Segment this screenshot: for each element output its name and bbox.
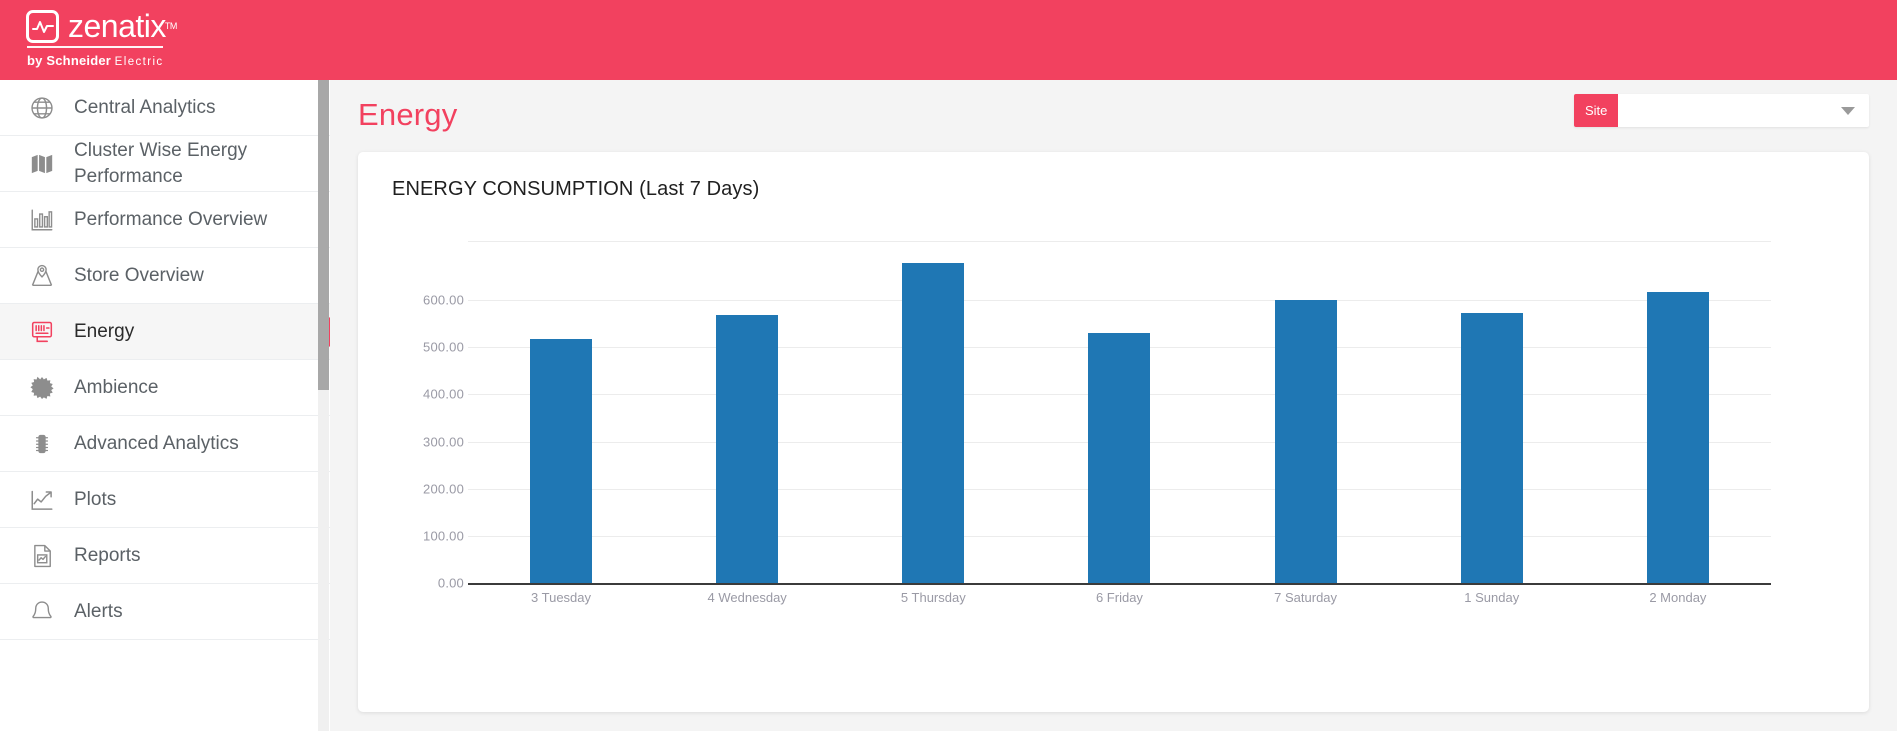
chart-bar[interactable] (1274, 300, 1337, 583)
y-axis-tick-label: 400.00 (423, 386, 464, 402)
brand-divider (27, 46, 163, 48)
store-pin-icon (22, 256, 62, 296)
sidebar-item-energy[interactable]: Energy (0, 304, 330, 360)
sidebar-nav: Central Analytics Cluster Wise Energy Per… (0, 80, 330, 731)
sidebar-item-advanced-analytics[interactable]: Advanced Analytics (0, 416, 330, 472)
page-title: Energy (358, 97, 458, 132)
trend-line-icon (22, 480, 62, 520)
sidebar-item-label: Energy (74, 320, 135, 342)
x-axis-tick-label: 2 Monday (1649, 590, 1707, 605)
energy-bar-chart: 0.00 100.00 200.00 300.00 400.00 500.00 600.00… (358, 212, 1869, 652)
brand-name-text: zenatix (68, 8, 166, 44)
y-axis-tick-label: 500.00 (423, 339, 464, 355)
chart-bar[interactable] (1460, 313, 1523, 583)
map-icon (22, 144, 62, 184)
chart-bar[interactable] (1646, 292, 1709, 583)
bar-column: 4 Wednesday (654, 212, 840, 605)
bar-column: 3 Tuesday (468, 212, 654, 605)
sidebar-item-label: Reports (74, 544, 141, 566)
chip-icon (22, 424, 62, 464)
x-axis-tick-label: 1 Sunday (1464, 590, 1520, 605)
bar-column: 7 Saturday (1213, 212, 1399, 605)
sidebar-item-label: Plots (74, 488, 117, 510)
sidebar-item-label: Cluster Wise Energy Performance (74, 140, 248, 187)
sidebar-item-plots[interactable]: Plots (0, 472, 330, 528)
site-select[interactable]: Site (1574, 94, 1869, 127)
globe-icon (22, 88, 62, 128)
sidebar-item-central-analytics[interactable]: Central Analytics (0, 80, 330, 136)
y-axis-tick-label: 0.00 (437, 575, 464, 591)
chart-bar[interactable] (902, 262, 965, 583)
sidebar-item-label: Advanced Analytics (74, 432, 239, 454)
sidebar-item-alerts[interactable]: Alerts (0, 584, 330, 640)
x-axis-line (468, 583, 1771, 585)
sidebar-scrollbar-thumb[interactable] (318, 80, 329, 390)
brand-subtitle: by Schneider Electric (27, 53, 164, 68)
main-content: Energy Site ENERGY CONSUMPTION (Last 7 D… (330, 80, 1897, 731)
trademark-icon: TM (164, 21, 178, 31)
chart-title: ENERGY CONSUMPTION (Last 7 Days) (392, 178, 760, 200)
x-axis-tick-label: 5 Thursday (900, 590, 966, 605)
sidebar-item-label: Performance Overview (74, 208, 268, 230)
bar-column: 2 Monday (1585, 212, 1771, 605)
brand-sub-bold: by Schneider (27, 53, 112, 68)
bar-column: 1 Sunday (1399, 212, 1585, 605)
y-axis-tick-label: 200.00 (423, 481, 464, 497)
report-doc-icon (22, 536, 62, 576)
zenatix-mark-icon (26, 10, 59, 43)
bar-column: 6 Friday (1026, 212, 1212, 605)
site-select-input[interactable] (1618, 102, 1841, 119)
y-axis-tick-label: 100.00 (423, 528, 464, 544)
bell-icon (22, 592, 62, 632)
page-header: Energy Site (330, 80, 1897, 150)
zenatix-logo[interactable]: zenatix TM by Schneider Electric (26, 8, 177, 68)
sidebar-item-cluster-wise-energy-performance[interactable]: Cluster Wise Energy Performance (0, 136, 330, 192)
brand-sub-light: Electric (114, 56, 164, 68)
x-axis-tick-label: 6 Friday (1095, 590, 1143, 605)
sidebar-item-label: Alerts (74, 600, 123, 622)
sidebar-item-performance-overview[interactable]: Performance Overview (0, 192, 330, 248)
chevron-down-icon[interactable] (1841, 106, 1855, 115)
brand-wordmark: zenatix TM (68, 8, 177, 44)
y-axis-tick-label: 600.00 (423, 292, 464, 308)
sidebar-item-label: Central Analytics (74, 96, 216, 118)
sun-burst-icon (22, 368, 62, 408)
sidebar-item-label: Store Overview (74, 264, 204, 286)
x-axis-tick-label: 3 Tuesday (531, 590, 592, 605)
app-root: zenatix TM by Schneider Electric Central … (0, 0, 1897, 731)
y-axis-tick-label: 300.00 (423, 434, 464, 450)
bar-series: 3 Tuesday 4 Wednesday 5 Thursday 6 Friday 7 … (468, 212, 1771, 605)
chart-bar[interactable] (1088, 332, 1151, 583)
energy-meter-icon (22, 312, 62, 352)
x-axis-tick-label: 7 Saturday (1274, 590, 1338, 605)
bar-column: 5 Thursday (840, 212, 1026, 605)
sidebar-item-reports[interactable]: Reports (0, 528, 330, 584)
sidebar-item-store-overview[interactable]: Store Overview (0, 248, 330, 304)
top-brand-bar: zenatix TM by Schneider Electric (0, 0, 1897, 80)
chart-bar[interactable] (530, 339, 593, 583)
bar-chart-icon (22, 200, 62, 240)
site-badge-label: Site (1574, 94, 1619, 127)
sidebar-item-ambience[interactable]: Ambience (0, 360, 330, 416)
x-axis-tick-label: 4 Wednesday (707, 590, 787, 605)
energy-consumption-card: ENERGY CONSUMPTION (Last 7 Days) 0.00 100… (358, 152, 1869, 712)
chart-bar[interactable] (716, 314, 779, 583)
sidebar-item-label: Ambience (74, 376, 159, 398)
